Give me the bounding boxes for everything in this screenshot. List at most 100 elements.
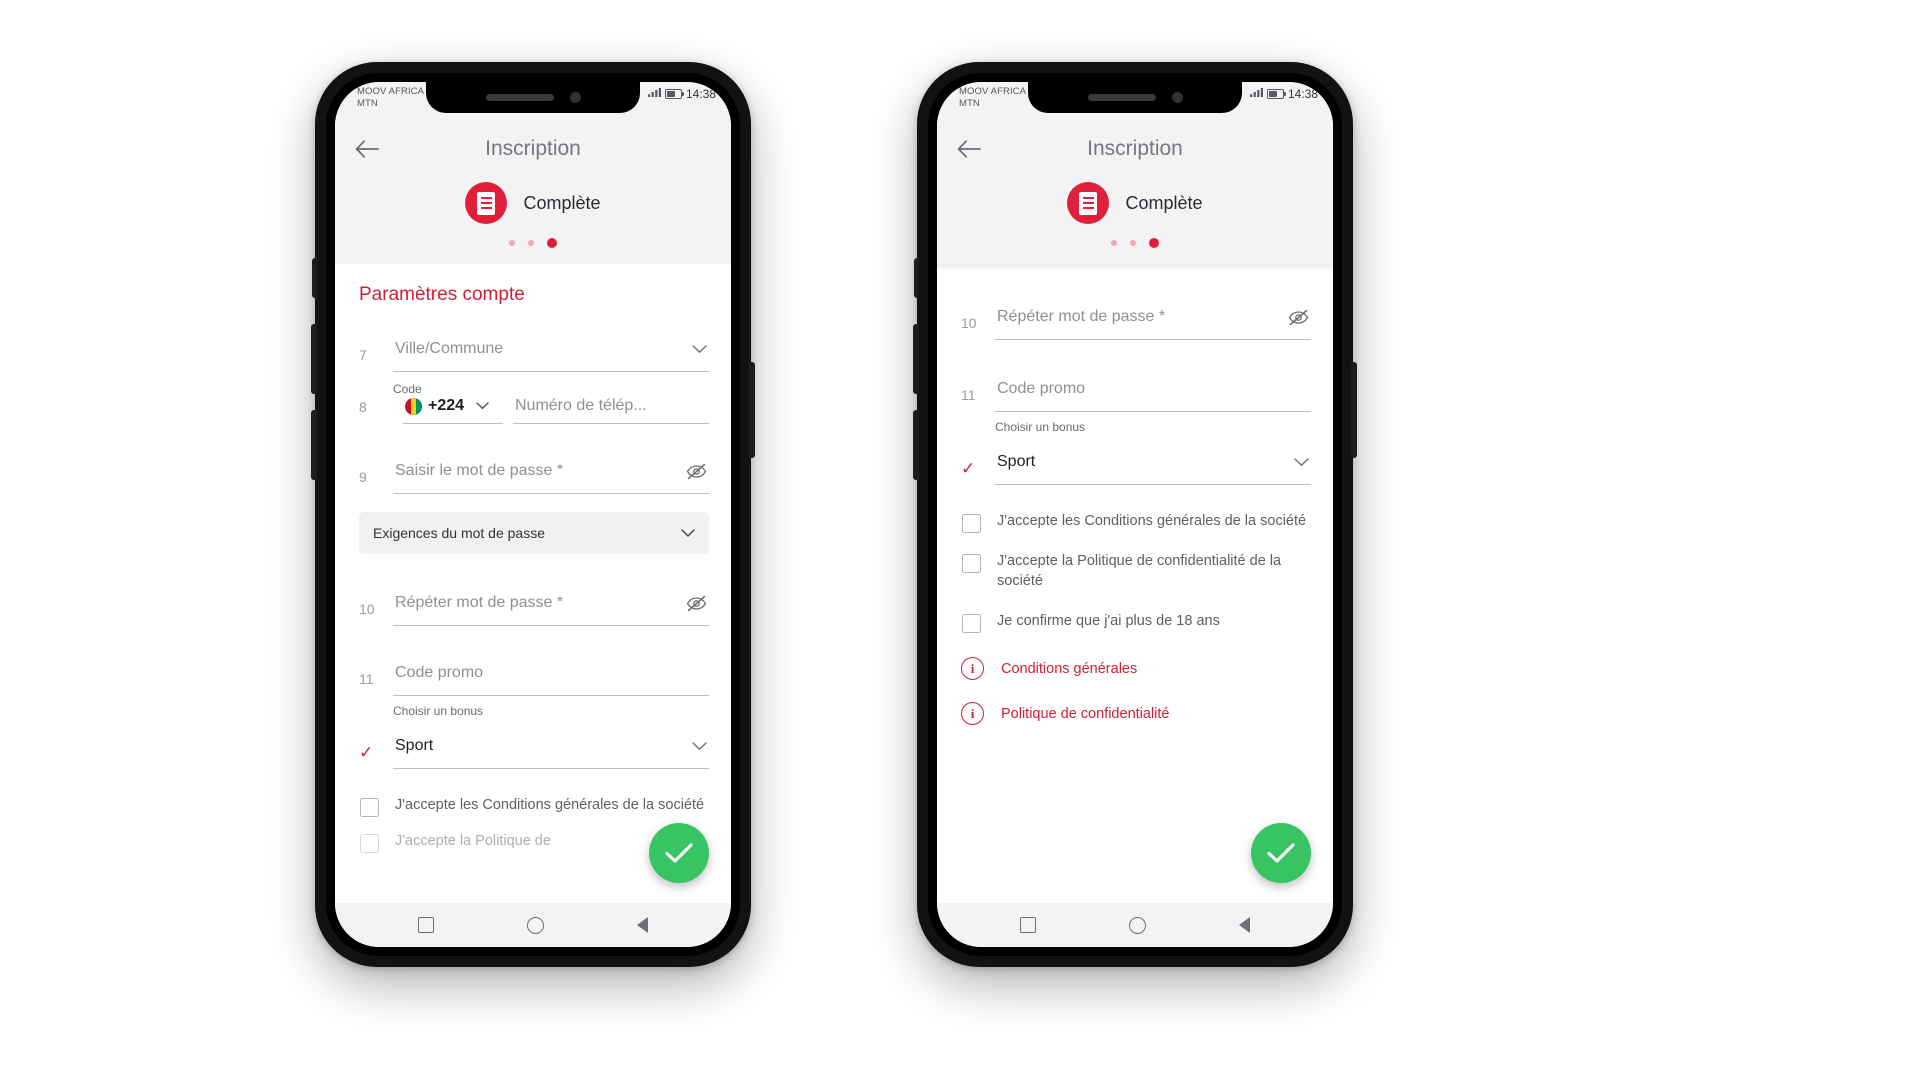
phone-left-button-volume-down[interactable]	[913, 410, 919, 480]
form-scroll-right[interactable]: 10 Répéter mot de passe * 11 Code promo …	[937, 264, 1333, 903]
bonus-select[interactable]: Sport	[393, 732, 709, 769]
status-bar-right-cluster: 14:38	[1249, 86, 1318, 101]
phone-left-button-mute[interactable]	[914, 258, 919, 298]
phone-screen-right: MOOV AFRICA MTN 14:38 Inscription Complè…	[937, 82, 1333, 947]
chevron-down-icon	[681, 525, 695, 541]
link-terms-label[interactable]: Conditions générales	[1001, 661, 1137, 677]
checkbox-terms-label: J'accepte les Conditions générales de la…	[395, 797, 705, 813]
link-privacy-label[interactable]: Politique de confidentialité	[1001, 706, 1169, 722]
title-bar-right: Inscription	[937, 124, 1333, 174]
promo-code-input[interactable]: Code promo	[395, 664, 707, 682]
triangle-back-icon[interactable]	[637, 917, 649, 933]
form-scroll-left[interactable]: Paramètres compte 7 Ville/Commune Code 8…	[335, 264, 731, 903]
eye-off-icon[interactable]	[686, 463, 707, 480]
back-arrow-icon[interactable]	[955, 135, 983, 163]
password-input[interactable]: Saisir le mot de passe *	[395, 462, 680, 480]
phone-left-button-mute[interactable]	[312, 258, 317, 298]
field-row-promo[interactable]: 11 Code promo	[937, 362, 1333, 412]
info-circle-icon: i	[961, 702, 984, 725]
repeat-password-input-wrap[interactable]: Répéter mot de passe *	[393, 589, 709, 626]
carrier-line-2: MTN	[357, 97, 378, 109]
field-index-password: 9	[359, 469, 367, 485]
city-select[interactable]: Ville/Commune	[393, 335, 709, 372]
bonus-valid-check-icon: ✓	[961, 459, 976, 478]
repeat-password-input-wrap[interactable]: Répéter mot de passe *	[995, 303, 1311, 340]
page-title: Inscription	[1087, 137, 1183, 160]
title-bar-left: Inscription	[335, 124, 731, 174]
status-bar-right-cluster: 14:38	[647, 86, 716, 101]
phone-mockup-left: MOOV AFRICA MTN 14:38 Inscription Complè…	[311, 62, 755, 967]
triangle-back-icon[interactable]	[1239, 917, 1251, 933]
checkbox-row-age[interactable]: Je confirme que j'ai plus de 18 ans	[937, 591, 1333, 633]
guinea-flag-icon	[405, 397, 422, 415]
checkbox-age-confirmation[interactable]	[962, 614, 981, 633]
bonus-select[interactable]: Sport	[995, 448, 1311, 485]
phone-left-button-volume-up[interactable]	[913, 324, 919, 394]
field-row-city[interactable]: 7 Ville/Commune	[335, 322, 731, 372]
app-header-left: Inscription Complète	[335, 124, 731, 264]
pagination-dot-2[interactable]	[528, 240, 534, 246]
checkbox-row-terms[interactable]: J'accepte les Conditions générales de la…	[335, 769, 731, 817]
phone-number-input[interactable]: Numéro de télép...	[513, 397, 709, 424]
phone-left-button-volume-up[interactable]	[311, 324, 317, 394]
square-icon[interactable]	[1019, 917, 1036, 933]
country-code-select[interactable]: +224	[403, 397, 503, 424]
promo-code-input[interactable]: Code promo	[997, 380, 1309, 398]
screenshot-stage: MOOV AFRICA MTN 14:38 Inscription Complè…	[0, 0, 1920, 1080]
pagination-dot-2[interactable]	[1130, 240, 1136, 246]
checkbox-privacy[interactable]	[962, 554, 981, 573]
phone-notch-left	[426, 82, 640, 113]
eye-off-icon[interactable]	[1288, 309, 1309, 326]
field-row-phone[interactable]: 8 +224 Numéro de télép...	[335, 397, 731, 424]
checkbox-terms[interactable]	[962, 514, 981, 533]
square-icon[interactable]	[417, 917, 434, 933]
scroll-shadow-top	[937, 264, 1333, 272]
field-row-bonus[interactable]: ✓ Sport	[335, 719, 731, 769]
battery-icon	[1266, 89, 1286, 99]
password-requirements-accordion[interactable]: Exigences du mot de passe	[359, 512, 709, 554]
app-header-right: Inscription Complète	[937, 124, 1333, 264]
bonus-mini-label: Choisir un bonus	[393, 704, 484, 718]
circle-icon[interactable]	[526, 916, 544, 934]
promo-code-input-wrap[interactable]: Code promo	[995, 375, 1311, 412]
checkbox-privacy[interactable]	[360, 834, 379, 853]
pagination-dot-1[interactable]	[1111, 240, 1117, 246]
bonus-select-value: Sport	[997, 453, 1036, 470]
pagination-dot-3[interactable]	[1149, 238, 1159, 248]
field-row-repeat-password[interactable]: 10 Répéter mot de passe *	[937, 290, 1333, 340]
field-row-bonus[interactable]: ✓ Sport	[937, 435, 1333, 485]
phone-bezel-right: MOOV AFRICA MTN 14:38 Inscription Complè…	[928, 73, 1342, 956]
submit-fab-button[interactable]	[649, 823, 709, 883]
submit-fab-button[interactable]	[1251, 823, 1311, 883]
link-row-privacy[interactable]: i Politique de confidentialité	[937, 680, 1333, 725]
pagination-dot-3[interactable]	[547, 238, 557, 248]
phone-left-button-volume-down[interactable]	[311, 410, 317, 480]
field-row-repeat-password[interactable]: 10 Répéter mot de passe *	[335, 576, 731, 626]
link-row-terms[interactable]: i Conditions générales	[937, 633, 1333, 680]
password-input-wrap[interactable]: Saisir le mot de passe *	[393, 457, 709, 494]
chevron-down-icon	[476, 402, 489, 410]
checkbox-terms[interactable]	[360, 798, 379, 817]
chevron-down-icon	[1294, 457, 1309, 467]
repeat-password-input[interactable]: Répéter mot de passe *	[997, 308, 1282, 326]
phone-right-button-power[interactable]	[749, 362, 755, 458]
step-label: Complète	[523, 192, 601, 213]
phone-mockup-right: MOOV AFRICA MTN 14:38 Inscription Complè…	[913, 62, 1357, 967]
checkbox-row-terms[interactable]: J'accepte les Conditions générales de la…	[937, 485, 1333, 533]
checkbox-row-privacy[interactable]: J'accepte la Politique de confidentialit…	[937, 533, 1333, 591]
earpiece-speaker	[1087, 94, 1156, 101]
carrier-line-1: MOOV AFRICA	[357, 86, 425, 97]
step-indicator-right: Complète	[937, 174, 1333, 230]
field-row-password[interactable]: 9 Saisir le mot de passe *	[335, 444, 731, 494]
eye-off-icon[interactable]	[686, 595, 707, 612]
field-row-promo[interactable]: 11 Code promo	[335, 646, 731, 696]
repeat-password-input[interactable]: Répéter mot de passe *	[395, 594, 680, 612]
password-requirements-label: Exigences du mot de passe	[373, 525, 545, 541]
promo-code-input-wrap[interactable]: Code promo	[393, 659, 709, 696]
pagination-dot-1[interactable]	[509, 240, 515, 246]
document-icon	[465, 182, 508, 224]
circle-icon[interactable]	[1128, 916, 1146, 934]
carrier-name: MOOV AFRICA MTN	[357, 86, 424, 109]
back-arrow-icon[interactable]	[353, 135, 381, 163]
phone-right-button-power[interactable]	[1351, 362, 1357, 458]
